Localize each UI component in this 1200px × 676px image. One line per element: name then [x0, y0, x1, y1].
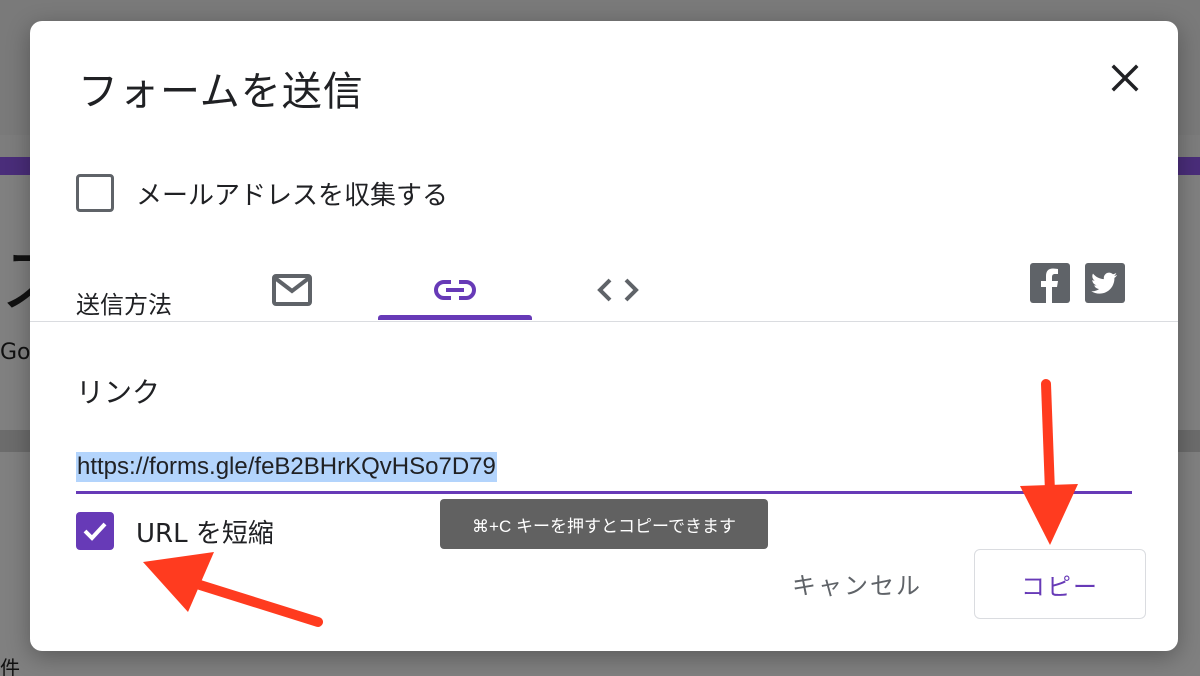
checkmark-icon [83, 522, 107, 541]
shorten-url-label: URL を短縮 [136, 518, 274, 549]
link-url-field[interactable]: https://forms.gle/feB2BHrKQvHSo7D79 [76, 446, 1132, 494]
collect-email-checkbox[interactable] [76, 174, 114, 212]
shorten-url-checkbox[interactable] [76, 512, 114, 550]
copy-button[interactable]: コピー [974, 549, 1146, 619]
close-button[interactable] [1106, 59, 1144, 97]
copy-shortcut-tooltip: ⌘+C キーを押すとコピーできます [440, 499, 768, 549]
send-method-label: 送信方法 [76, 291, 172, 319]
facebook-icon [1041, 268, 1058, 303]
link-url-text[interactable]: https://forms.gle/feB2BHrKQvHSo7D79 [76, 452, 497, 482]
dialog-title: フォームを送信 [78, 69, 364, 115]
background-bottom-fragment: 件 [0, 656, 20, 676]
share-twitter-button[interactable] [1085, 263, 1125, 303]
twitter-icon [1091, 272, 1117, 294]
tabs-divider [30, 321, 1178, 322]
close-icon [1111, 64, 1139, 92]
shorten-url-option[interactable]: URL を短縮 [76, 511, 274, 551]
link-section-label: リンク [76, 376, 161, 409]
collect-email-option[interactable]: メールアドレスを収集する [76, 173, 448, 213]
share-facebook-button[interactable] [1030, 263, 1070, 303]
collect-email-label: メールアドレスを収集する [136, 180, 449, 211]
cancel-button[interactable]: キャンセル [780, 563, 934, 603]
tab-link[interactable] [378, 259, 532, 321]
email-icon [272, 274, 312, 306]
link-icon [434, 280, 476, 300]
embed-code-icon [597, 278, 639, 302]
tab-selected-indicator [378, 315, 532, 320]
tab-email[interactable] [250, 259, 334, 321]
tab-embed[interactable] [580, 259, 656, 321]
send-form-dialog: フォームを送信 メールアドレスを収集する 送信方法 リンク https://fo… [30, 21, 1178, 651]
